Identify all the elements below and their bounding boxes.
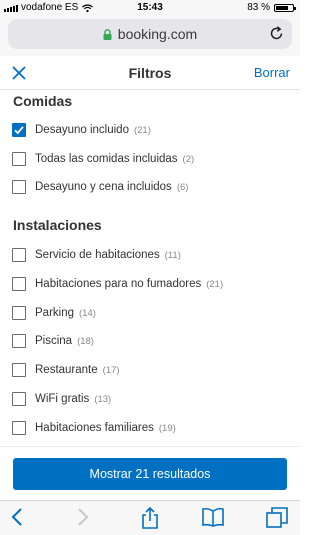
filter-option[interactable]: WiFi gratis (13) [12,389,111,409]
show-results-button[interactable]: Mostrar 21 resultados [13,458,287,490]
status-bar: vodafone ES 15:43 83 % [0,0,300,16]
filter-label: Habitaciones para no fumadores [35,278,202,290]
battery-percent: 83 % [247,2,270,13]
filter-count: (21) [133,124,151,136]
filter-count: (14) [79,307,96,319]
filter-count: (6) [176,181,189,193]
filter-option[interactable]: Restaurante (17) [12,360,120,380]
filter-count: (17) [102,364,120,376]
section-title-comidas: Comidas [13,93,73,109]
section-title-instalaciones: Instalaciones [13,217,102,233]
url-text: booking.com [117,26,198,42]
filter-option[interactable]: Desayuno y cena incluidos (6) [12,177,188,197]
filter-label: WiFi gratis [35,393,90,405]
filter-count: (11) [164,249,181,261]
browser-address-area: booking.com [0,16,300,56]
filter-label: Todas las comidas incluidas [35,153,178,165]
filter-header: Filtros Borrar [0,56,300,90]
back-icon[interactable] [10,507,24,527]
browser-toolbar [0,500,300,535]
checkbox[interactable] [12,392,26,406]
share-icon[interactable] [140,507,160,529]
url-display[interactable]: booking.com [8,26,292,42]
filter-option[interactable]: Piscina (18) [12,331,94,351]
filters-list[interactable]: Comidas Desayuno incluido (21) Todas las… [0,90,300,446]
tabs-icon[interactable] [266,507,288,529]
filter-count: (21) [206,278,224,290]
filter-label: Servicio de habitaciones [35,249,160,261]
battery-icon [274,3,296,12]
checkbox[interactable] [12,363,26,377]
filter-option[interactable]: Habitaciones familiares (19) [12,418,176,438]
lock-icon [103,29,112,40]
checkbox[interactable] [12,421,26,435]
results-footer: Mostrar 21 resultados [0,446,300,501]
filter-count: (13) [94,393,112,405]
filter-option[interactable]: Parking (14) [12,303,96,323]
filter-count: (18) [77,335,94,347]
filter-option[interactable]: Habitaciones para no fumadores (21) [12,274,223,294]
forward-icon[interactable] [76,507,90,527]
filter-label: Parking [35,307,74,319]
filter-count: (2) [182,153,195,165]
checkbox-checked[interactable] [12,123,26,137]
filter-option[interactable]: Todas las comidas incluidas (2) [12,149,194,169]
filter-option[interactable]: Desayuno incluido (21) [12,120,151,140]
filter-option[interactable]: Servicio de habitaciones (11) [12,245,181,265]
filter-label: Habitaciones familiares [35,422,154,434]
checkbox[interactable] [12,306,26,320]
checkbox[interactable] [12,277,26,291]
filter-label: Desayuno y cena incluidos [35,181,172,193]
status-right: 83 % [247,2,296,13]
reload-icon[interactable] [269,26,284,41]
checkbox[interactable] [12,180,26,194]
checkmark-icon [14,126,24,135]
checkbox[interactable] [12,152,26,166]
filter-label: Restaurante [35,364,98,376]
checkbox[interactable] [12,248,26,262]
address-bar[interactable]: booking.com [8,19,292,49]
filter-label: Desayuno incluido [35,124,129,136]
filter-count: (19) [158,422,176,434]
filter-label: Piscina [35,335,73,347]
clear-filters-button[interactable]: Borrar [254,65,290,80]
checkbox[interactable] [12,334,26,348]
bookmarks-icon[interactable] [202,507,224,527]
